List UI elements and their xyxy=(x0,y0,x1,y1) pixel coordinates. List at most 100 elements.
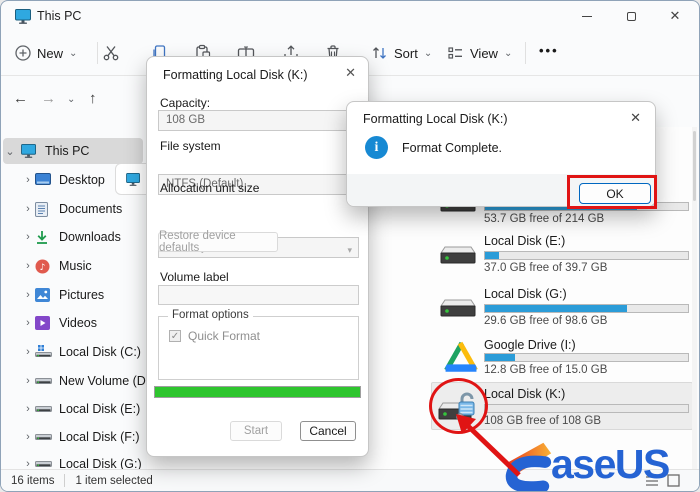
sidebar-item-label: This PC xyxy=(45,144,90,158)
view-icon xyxy=(448,47,462,59)
chevron-right-icon[interactable]: › xyxy=(21,174,35,186)
sidebar-item-label: New Volume (D:) xyxy=(59,374,154,388)
chevron-down-icon: ▾ xyxy=(347,245,352,255)
capacity-combo[interactable]: 108 GB▾ xyxy=(158,110,359,131)
document-icon xyxy=(35,201,52,217)
sidebar-item-desktop[interactable]: › Desktop xyxy=(3,167,143,193)
minimize-button[interactable] xyxy=(565,1,609,31)
chevron-right-icon[interactable]: › xyxy=(21,375,35,387)
videos-icon xyxy=(35,315,52,331)
history-chevron-icon[interactable]: ⌄ xyxy=(67,94,75,105)
sidebar-item-pictures[interactable]: › Pictures xyxy=(3,282,143,308)
format-dialog-title: Formatting Local Disk (K:) xyxy=(163,68,308,82)
chevron-right-icon[interactable]: › xyxy=(21,203,35,215)
chevron-right-icon[interactable]: › xyxy=(21,346,35,358)
quick-format-option[interactable]: ✓ Quick Format xyxy=(169,329,358,343)
view-button-label: View xyxy=(470,45,498,61)
pictures-icon xyxy=(35,287,52,303)
close-icon[interactable]: ✕ xyxy=(345,65,356,81)
chevron-right-icon[interactable]: › xyxy=(21,260,35,272)
annotation-rectangle xyxy=(567,175,657,209)
download-icon xyxy=(35,229,52,245)
hard-drive-icon xyxy=(440,246,476,264)
sidebar-item-this-pc[interactable]: ⌄ This PC xyxy=(3,138,143,164)
up-button[interactable]: ↑ xyxy=(89,90,97,107)
drive-name: Google Drive (I:) xyxy=(484,338,576,352)
chevron-right-icon[interactable]: › xyxy=(21,231,35,243)
system-drive-icon xyxy=(35,344,52,360)
sidebar-item-local-disk-f[interactable]: › Local Disk (F:) xyxy=(3,424,143,450)
sidebar-item-documents[interactable]: › Documents xyxy=(3,196,143,222)
chevron-right-icon[interactable]: › xyxy=(21,403,35,415)
filesystem-label: File system xyxy=(160,139,221,153)
sidebar-item-label: Music xyxy=(59,259,92,273)
close-icon[interactable]: ✕ xyxy=(630,110,641,126)
sidebar-item-local-disk-e[interactable]: › Local Disk (E:) xyxy=(3,396,143,422)
volume-label: Volume label xyxy=(160,270,229,284)
volume-label-input[interactable] xyxy=(158,285,359,305)
chevron-down-icon: ⌄ xyxy=(503,47,513,59)
drive-free-space: 29.6 GB free of 98.6 GB xyxy=(484,315,608,327)
toolbar-divider xyxy=(525,42,526,64)
start-button[interactable]: Start xyxy=(230,421,282,441)
chevron-down-icon[interactable]: ⌄ xyxy=(3,145,17,158)
sidebar-item-local-disk-c[interactable]: › Local Disk (C:) xyxy=(3,339,143,365)
message-box-title: Formatting Local Disk (K:) xyxy=(363,112,508,126)
sidebar-item-downloads[interactable]: › Downloads xyxy=(3,224,143,250)
music-icon: ♪ xyxy=(35,258,52,274)
svg-text:♪: ♪ xyxy=(40,262,46,272)
cut-button[interactable] xyxy=(97,39,125,67)
drive-free-space: 12.8 GB free of 15.0 GB xyxy=(484,364,608,376)
cancel-button[interactable]: Cancel xyxy=(300,421,356,441)
selected-count: 1 item selected xyxy=(75,474,153,487)
sidebar-item-label: Videos xyxy=(59,316,97,330)
sidebar-item-new-volume-d[interactable]: › New Volume (D:) xyxy=(3,368,153,394)
quick-format-label: Quick Format xyxy=(188,329,261,343)
maximize-button[interactable] xyxy=(609,1,653,31)
sidebar-item-label: Local Disk (C:) xyxy=(59,345,141,359)
drive-icon xyxy=(35,401,52,417)
message-text: Format Complete. xyxy=(402,141,503,155)
format-options-group: Format options ✓ Quick Format xyxy=(158,309,359,380)
sidebar-item-videos[interactable]: › Videos xyxy=(3,310,143,336)
chevron-right-icon[interactable]: › xyxy=(21,289,35,301)
forward-button[interactable]: → xyxy=(41,90,56,107)
sidebar-item-label: Desktop xyxy=(59,173,105,187)
drive-name: Local Disk (E:) xyxy=(484,234,566,248)
this-pc-icon xyxy=(15,9,31,24)
capacity-bar xyxy=(484,251,689,260)
maximize-icon xyxy=(626,11,636,21)
sidebar-item-music[interactable]: › ♪ Music xyxy=(3,253,143,279)
sidebar-item-label: Pictures xyxy=(59,288,105,302)
allocation-label: Allocation unit size xyxy=(160,181,260,195)
capacity-label: Capacity: xyxy=(160,96,211,110)
restore-defaults-button[interactable]: Restore device defaults xyxy=(158,230,278,254)
status-divider xyxy=(64,474,66,487)
checkbox-checked-icon[interactable]: ✓ xyxy=(169,330,181,342)
title-bar: This PC ✕ xyxy=(1,1,699,31)
hard-drive-icon xyxy=(440,299,476,317)
new-button[interactable]: New ⌄ xyxy=(15,40,77,66)
view-button[interactable]: View ⌄ xyxy=(447,40,512,66)
close-icon: ✕ xyxy=(669,8,681,23)
close-button[interactable]: ✕ xyxy=(653,1,697,31)
scrollbar-thumb[interactable] xyxy=(693,131,696,201)
back-button[interactable]: ← xyxy=(13,90,28,107)
sidebar: ⌄ This PC › Desktop › Documents › Downlo… xyxy=(1,127,153,471)
chevron-right-icon[interactable]: › xyxy=(21,431,35,443)
info-icon: i xyxy=(365,136,388,159)
plus-circle-icon xyxy=(15,45,31,61)
sort-button[interactable]: Sort ⌄ xyxy=(371,40,432,66)
sidebar-item-label: Downloads xyxy=(59,230,121,244)
window-title: This PC xyxy=(37,9,82,23)
cut-icon xyxy=(103,46,119,61)
new-button-label: New xyxy=(37,45,64,61)
sort-button-label: Sort xyxy=(394,45,418,61)
more-options-button[interactable]: ••• xyxy=(539,43,559,58)
drive-icon xyxy=(35,429,52,445)
format-progress-bar xyxy=(154,386,361,398)
chevron-down-icon: ⌄ xyxy=(423,47,433,59)
chevron-down-icon: ⌄ xyxy=(69,47,78,59)
chevron-right-icon[interactable]: › xyxy=(21,317,35,329)
annotation-arrow xyxy=(456,414,521,477)
